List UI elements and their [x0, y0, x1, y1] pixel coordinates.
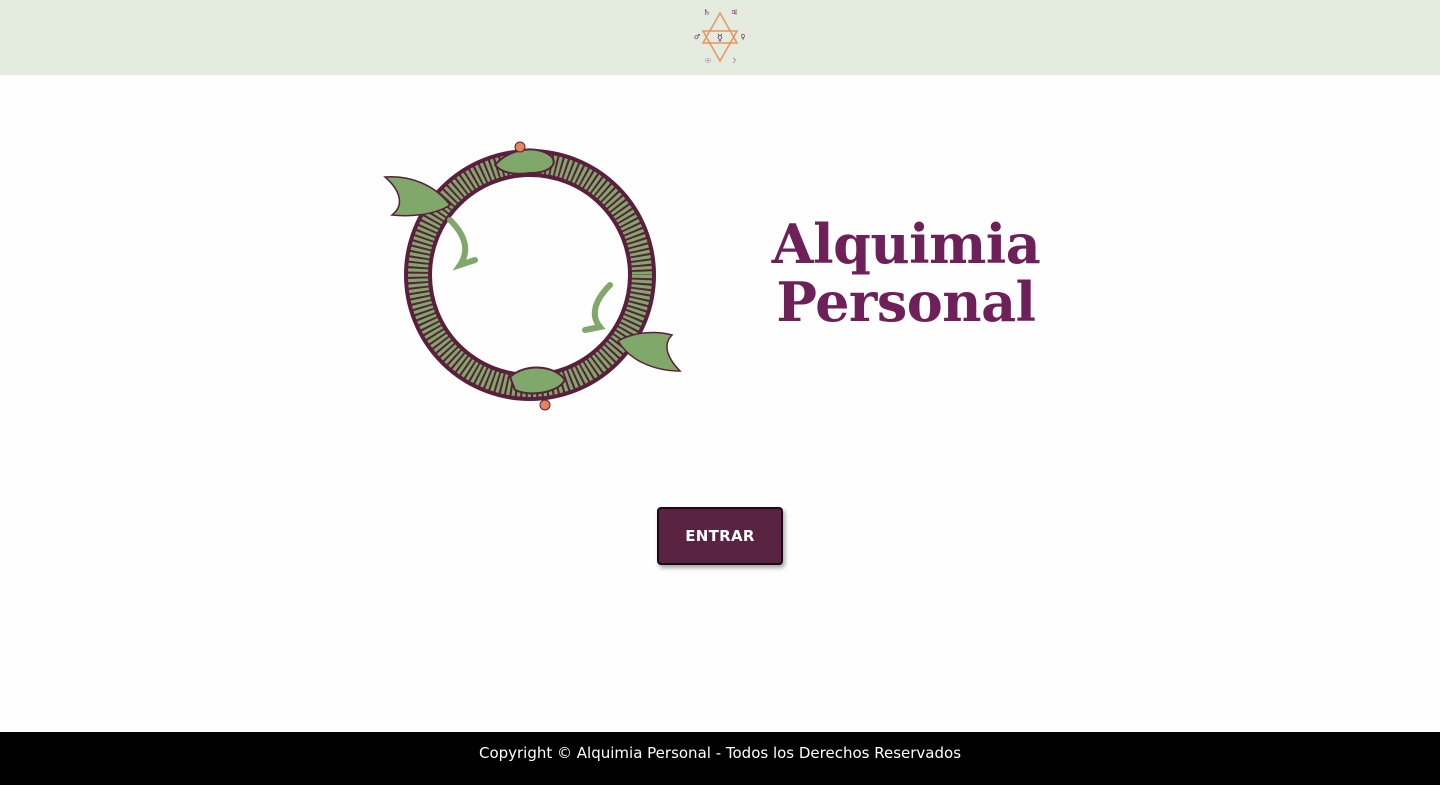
svg-text:♃: ♃ [730, 8, 737, 17]
site-footer: Copyright © Alquimia Personal - Todos lo… [0, 732, 1440, 785]
svg-text:♄: ♄ [703, 8, 710, 17]
main-content: Alquimia Personal ENTRAR [0, 75, 1440, 732]
page-title: Alquimia Personal [760, 215, 1052, 331]
title-line-1: Alquimia [771, 212, 1041, 276]
svg-text:♂: ♂ [694, 33, 700, 41]
svg-text:☉: ☉ [705, 57, 711, 65]
svg-text:☿: ☿ [717, 33, 723, 44]
title-line-2: Personal [776, 270, 1036, 334]
enter-button[interactable]: ENTRAR [657, 507, 783, 565]
copyright-text: Copyright © Alquimia Personal - Todos lo… [478, 744, 962, 762]
svg-text:☽: ☽ [730, 57, 736, 65]
svg-text:♀: ♀ [740, 33, 745, 41]
site-header: ☿ ♄ ♃ ♂ ♀ ☉ ☽ [0, 0, 1440, 75]
alchemy-hexagram-icon[interactable]: ☿ ♄ ♃ ♂ ♀ ☉ ☽ [692, 5, 748, 67]
ouroboros-dragon-icon [383, 141, 682, 411]
